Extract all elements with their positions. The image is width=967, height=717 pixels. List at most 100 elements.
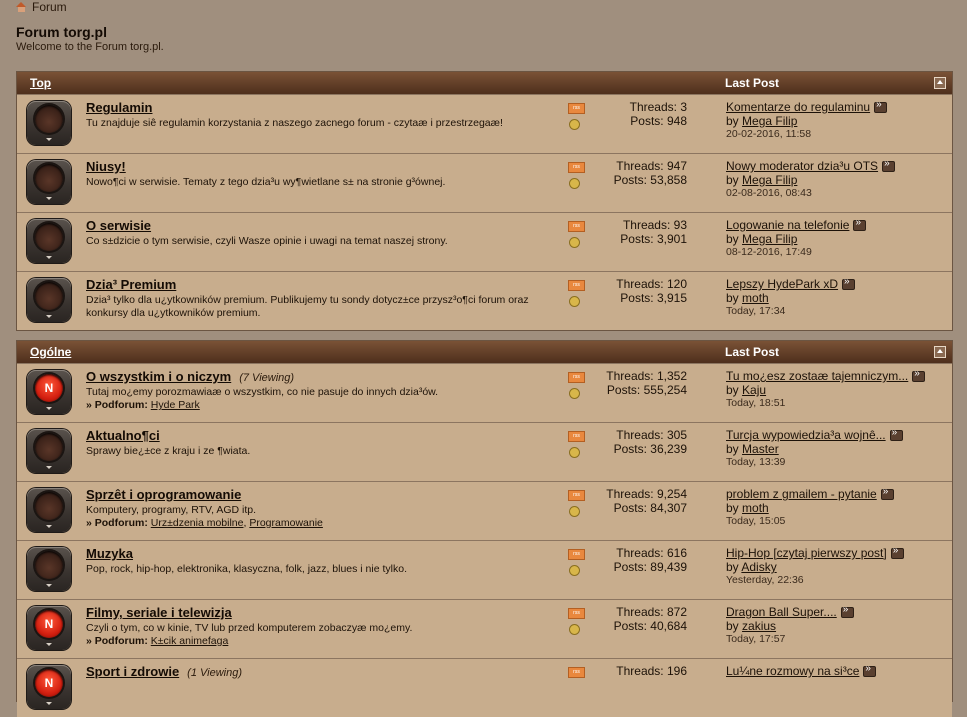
category-header: Top Last Post: [17, 72, 952, 94]
subforum-link[interactable]: Urz±dzenia mobilne: [151, 517, 244, 529]
thread-count: Threads: 9,254: [606, 487, 687, 501]
forum-description: Komputery, programy, RTV, AGD itp.: [86, 504, 257, 516]
forum-title-link[interactable]: Niusy!: [86, 159, 126, 174]
post-count: Posts: 948: [630, 114, 687, 128]
forum-description: Pop, rock, hip-hop, elektronika, klasycz…: [86, 563, 407, 575]
subforum-list: » Podforum: K±cik animefaga: [86, 635, 229, 647]
post-count: Posts: 53,858: [613, 173, 687, 187]
forum-row: Niusy! Nowo¶ci w serwisie. Tematy z tego…: [17, 153, 952, 212]
category-title-link[interactable]: Ogólne: [30, 345, 71, 359]
forum-status-icon: [27, 547, 71, 591]
category-title-link[interactable]: Top: [30, 76, 51, 90]
user-link[interactable]: Mega Filip: [742, 114, 797, 128]
last-post-date: 02-08-2016, 08:43: [726, 187, 812, 199]
collapse-icon[interactable]: [934, 346, 946, 358]
forum-title-link[interactable]: Sport i zdrowie (1 Viewing): [86, 664, 242, 679]
forum-title-link[interactable]: Filmy, seriale i telewizja: [86, 605, 232, 620]
forum-description: Nowo¶ci w serwisie. Tematy z tego dzia³u…: [86, 176, 446, 188]
user-link[interactable]: Adisky: [741, 560, 776, 574]
last-post-date: 20-02-2016, 11:58: [726, 128, 812, 140]
thread-count: Threads: 947: [616, 159, 687, 173]
last-post-author: by Adisky: [726, 560, 777, 574]
forum-status-icon: [27, 429, 71, 473]
thread-count: Threads: 120: [616, 277, 687, 291]
last-post-date: Today, 13:39: [726, 456, 786, 468]
forum-description: Co s±dzicie o tym serwisie, czyli Wasze …: [86, 235, 448, 247]
forum-status-icon-new: N: [27, 665, 71, 709]
user-link[interactable]: moth: [742, 291, 769, 305]
forum-description: Tu znajduje siê regulamin korzystania z …: [86, 117, 503, 129]
forum-row: Regulamin Tu znajduje siê regulamin korz…: [17, 94, 952, 153]
forum-title-link[interactable]: Muzyka: [86, 546, 133, 561]
breadcrumb-forum-link[interactable]: Forum: [32, 0, 67, 14]
forum-status-icon: [27, 278, 71, 322]
last-post-link[interactable]: Logowanie na telefonie: [726, 217, 867, 232]
go-to-post-icon[interactable]: [842, 276, 856, 291]
forum-row: Aktualno¶ci Sprawy bie¿±ce z kraju i ze …: [17, 422, 952, 481]
post-count: Posts: 89,439: [613, 560, 687, 574]
forum-row: N Sport i zdrowie (1 Viewing) rss Threads…: [17, 658, 952, 717]
forum-title-link[interactable]: Sprzêt i oprogramowanie: [86, 487, 241, 502]
subforum-link[interactable]: Hyde Park: [151, 399, 200, 411]
forum-title-link[interactable]: Aktualno¶ci: [86, 428, 160, 443]
last-post-author: by moth: [726, 501, 769, 515]
subforum-list: » Podforum: Hyde Park: [86, 399, 200, 411]
go-to-post-icon[interactable]: [890, 545, 904, 560]
post-count: Posts: 555,254: [606, 383, 687, 397]
category-top: Top Last Post Regulamin Tu znajduje siê …: [16, 71, 953, 331]
last-post-date: Today, 17:34: [726, 305, 786, 317]
breadcrumb[interactable]: Forum: [16, 0, 67, 14]
forum-row: Muzyka Pop, rock, hip-hop, elektronika, …: [17, 540, 952, 599]
user-link[interactable]: Kaju: [742, 383, 766, 397]
user-link[interactable]: Mega Filip: [742, 232, 797, 246]
user-link[interactable]: zakius: [742, 619, 776, 633]
go-to-post-icon[interactable]: [840, 604, 854, 619]
forum-title-link[interactable]: O wszystkim i o niczym (7 Viewing): [86, 369, 294, 384]
go-to-post-icon[interactable]: [882, 158, 896, 173]
last-post-author: by moth: [726, 291, 769, 305]
last-post-date: Today, 18:51: [726, 397, 786, 409]
last-post-author: by Kaju: [726, 383, 767, 397]
thread-count: Threads: 1,352: [606, 369, 687, 383]
forum-row: N O wszystkim i o niczym (7 Viewing) Tuta…: [17, 363, 952, 422]
forum-row: Dzia³ Premium Dzia³ tylko dla u¿ytkownik…: [17, 271, 952, 330]
last-post-link[interactable]: Turcja wypowiedzia³a wojnê...: [726, 427, 903, 442]
last-post-author: by Master: [726, 442, 779, 456]
forum-description: Tutaj mo¿emy porozmawiaæ o wszystkim, co…: [86, 386, 439, 398]
go-to-post-icon[interactable]: [874, 99, 888, 114]
forum-title-link[interactable]: Regulamin: [86, 100, 152, 115]
go-to-post-icon[interactable]: [912, 368, 926, 383]
go-to-post-icon[interactable]: [853, 217, 867, 232]
welcome-text: Welcome to the Forum torg.pl.: [16, 41, 164, 53]
go-to-post-icon[interactable]: [863, 663, 877, 678]
user-link[interactable]: Mega Filip: [742, 173, 797, 187]
forum-title-link[interactable]: Dzia³ Premium: [86, 277, 176, 292]
user-link[interactable]: Master: [742, 442, 779, 456]
last-post-link[interactable]: Komentarze do regulaminu: [726, 99, 888, 114]
subforum-link[interactable]: K±cik animefaga: [151, 635, 229, 647]
last-post-link[interactable]: Lu¼ne rozmowy na si³ce: [726, 663, 877, 678]
go-to-post-icon[interactable]: [880, 486, 894, 501]
forum-row: O serwisie Co s±dzicie o tym serwisie, c…: [17, 212, 952, 271]
user-link[interactable]: moth: [742, 501, 769, 515]
last-post-author: by zakius: [726, 619, 777, 633]
post-count: Posts: 40,684: [613, 619, 687, 633]
forum-title-link[interactable]: O serwisie: [86, 218, 151, 233]
forum-status-icon: [27, 219, 71, 263]
last-post-link[interactable]: Hip-Hop [czytaj pierwszy post]: [726, 545, 904, 560]
last-post-link[interactable]: Dragon Ball Super....: [726, 604, 854, 619]
last-post-link[interactable]: Tu mo¿esz zostaæ tajemniczym...: [726, 368, 926, 383]
page-title: Forum torg.pl: [16, 24, 107, 40]
home-icon: [16, 2, 27, 12]
last-post-link[interactable]: Lepszy HydePark xD: [726, 276, 856, 291]
last-post-date: Today, 17:57: [726, 633, 786, 645]
post-count: Posts: 3,915: [620, 291, 687, 305]
collapse-icon[interactable]: [934, 77, 946, 89]
forum-status-icon-new: N: [27, 606, 71, 650]
last-post-link[interactable]: Nowy moderator dzia³u OTS: [726, 158, 896, 173]
category-header: Ogólne Last Post: [17, 341, 952, 363]
subforum-link[interactable]: Programowanie: [249, 517, 323, 529]
viewing-count: (7 Viewing): [239, 372, 295, 384]
last-post-link[interactable]: problem z gmailem - pytanie: [726, 486, 894, 501]
go-to-post-icon[interactable]: [889, 427, 903, 442]
